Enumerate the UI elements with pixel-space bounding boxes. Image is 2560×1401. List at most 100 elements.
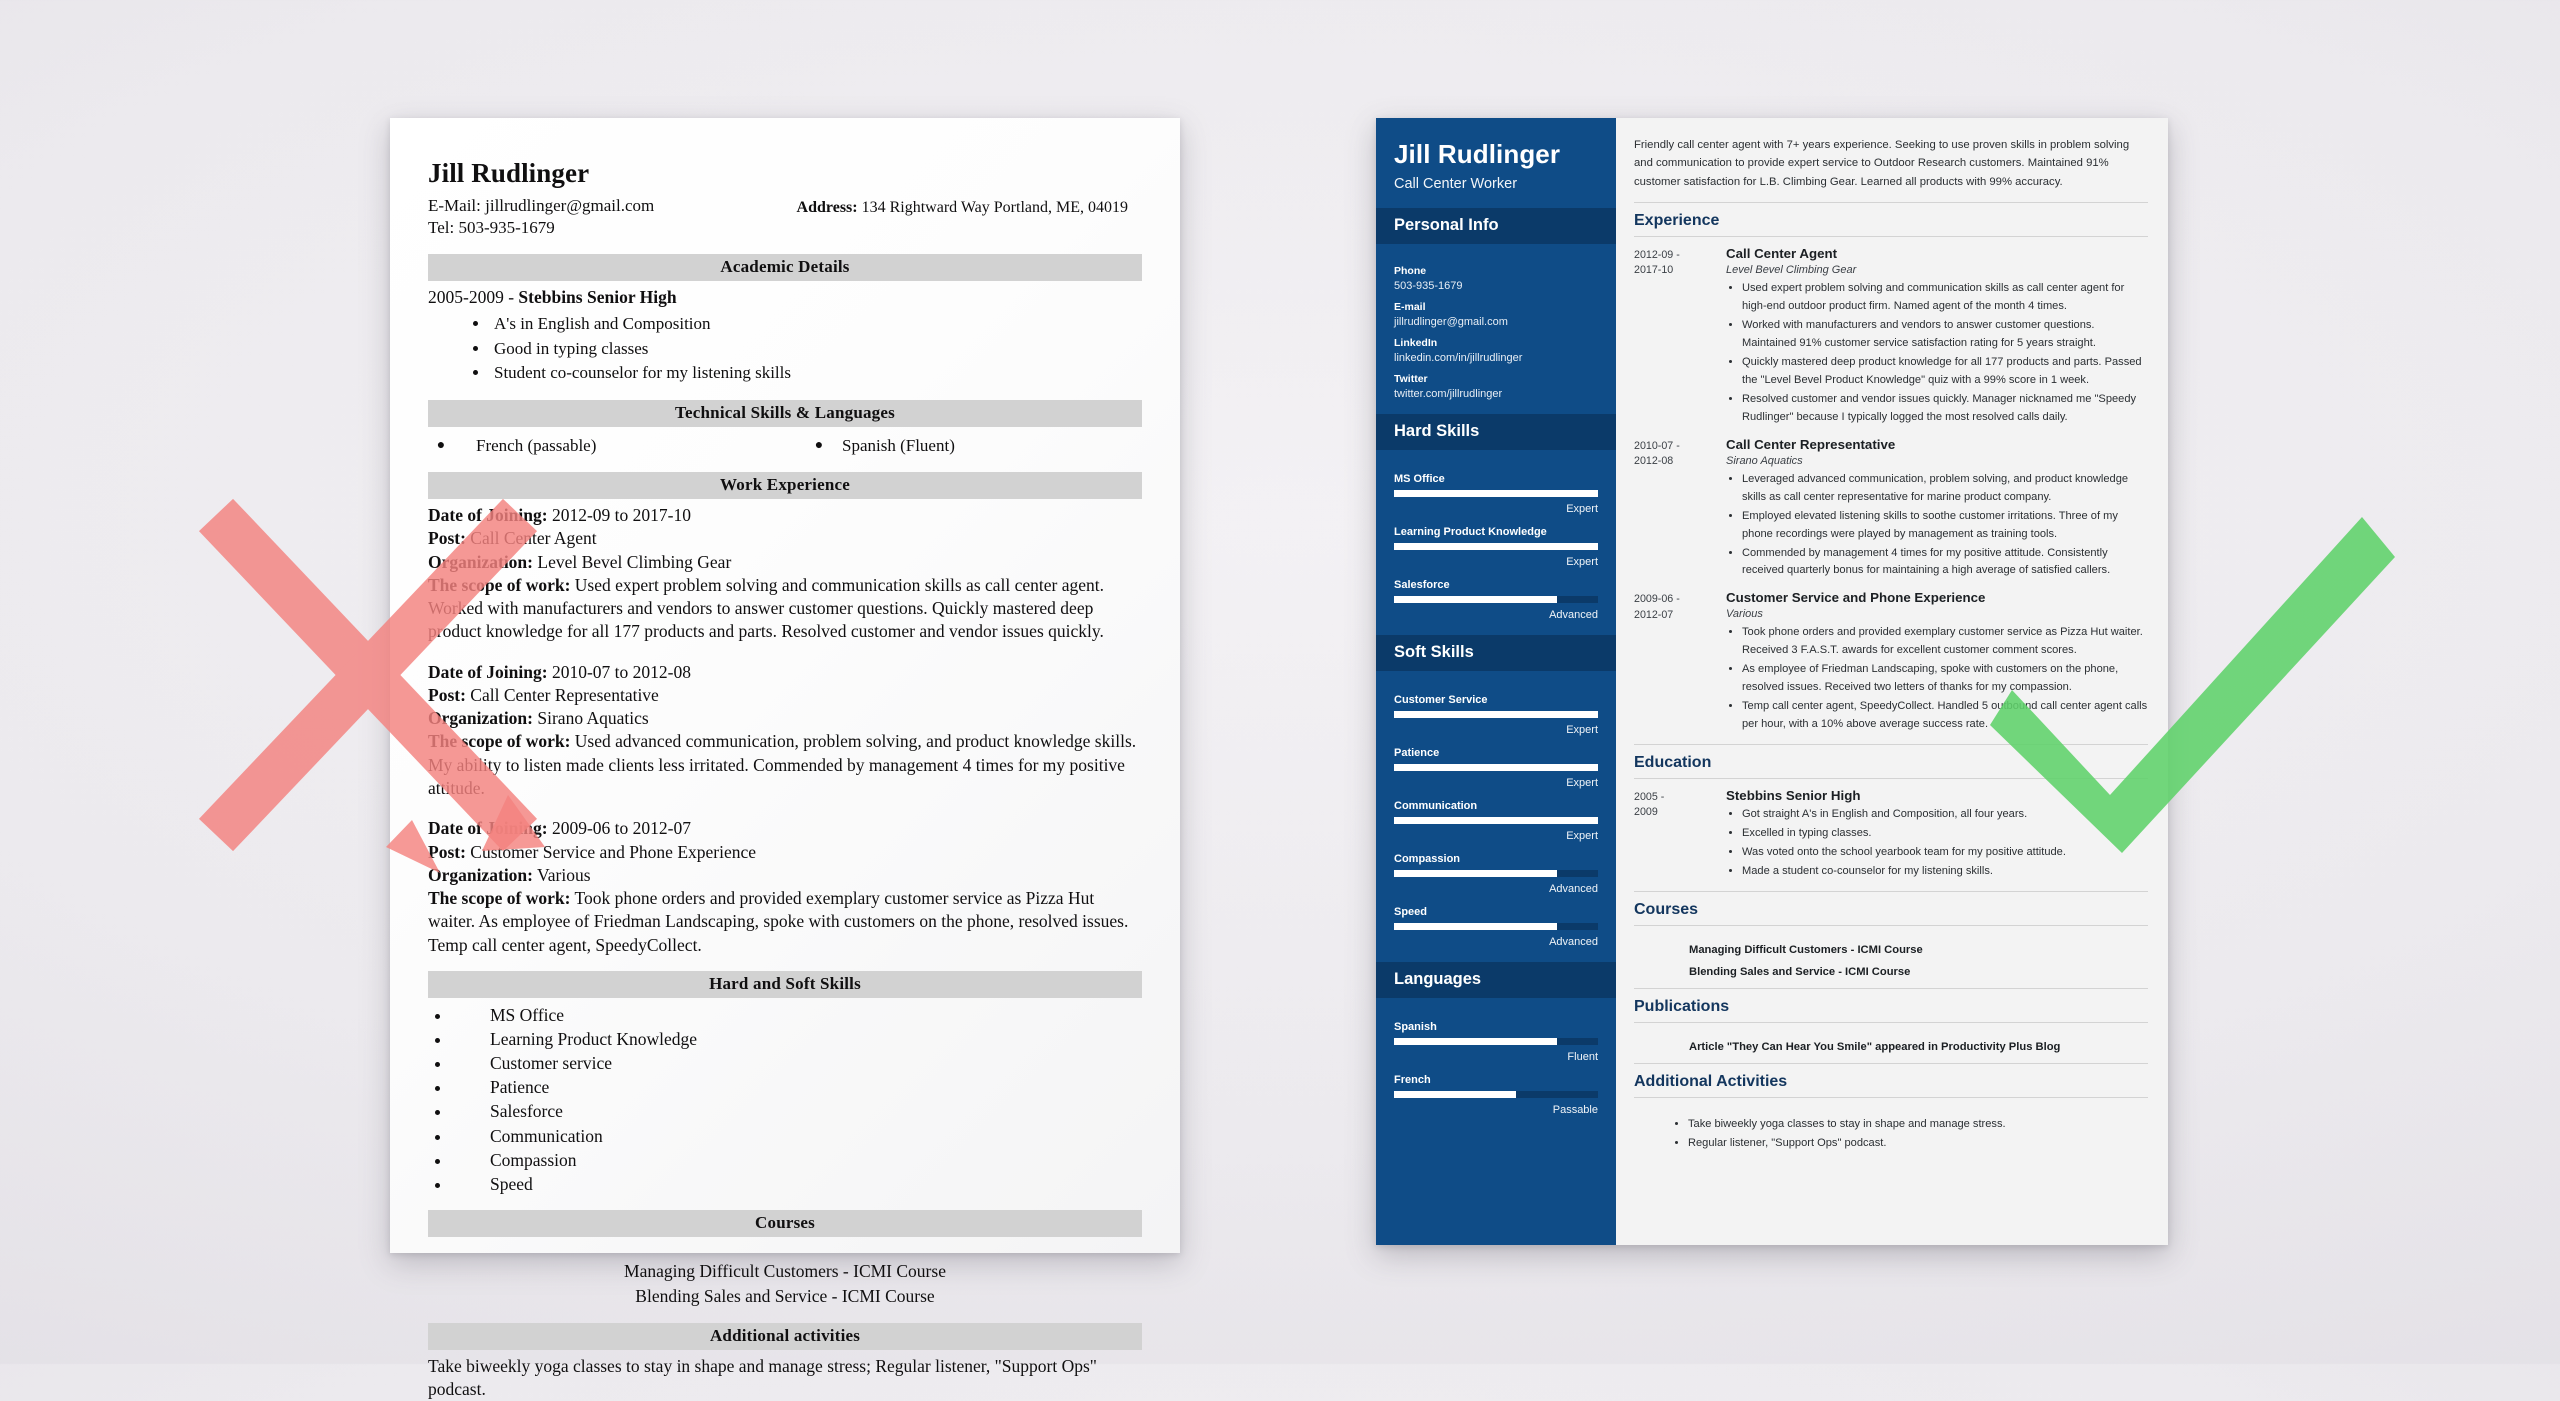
- divider: [1634, 891, 2148, 893]
- skill-name: Communication: [1394, 799, 1478, 812]
- experience-dates: 2009-06 -2012-07: [1634, 593, 1680, 621]
- list-item: Student co-counselor for my listening sk…: [490, 361, 1142, 386]
- bad-work-scope: The scope of work: Used expert problem s…: [428, 574, 1142, 644]
- bad-work-post: Post: Call Center Representative: [428, 684, 1142, 707]
- divider: [1634, 988, 2148, 990]
- skill-bar-track: [1394, 595, 1598, 603]
- personal-info-label-twitter: Twitter: [1394, 372, 1428, 385]
- bad-resume-address-value: 134 Rightward Way Portland, ME, 04019: [861, 199, 1128, 216]
- sidebar-section-soft-skills: Soft Skills: [1376, 634, 1616, 671]
- skill-bar-track: [1394, 869, 1598, 877]
- bad-academic-school: Stebbins Senior High: [518, 286, 677, 307]
- skill-name: Speed: [1394, 905, 1428, 918]
- bad-section-header-work: Work Experience: [428, 472, 1142, 500]
- list-item: MS Office: [452, 1003, 1142, 1027]
- bad-work-scope-label: The scope of work:: [428, 574, 571, 595]
- bad-section-header-technical: Technical Skills & Languages: [428, 400, 1142, 428]
- experience-job-title: Call Center Agent: [1726, 245, 1838, 261]
- divider: [1634, 235, 2148, 237]
- bad-work-date-value: 2009-06 to 2012-07: [547, 818, 691, 839]
- skill-bar-track: [1394, 710, 1598, 718]
- bad-work-scope-label: The scope of work:: [428, 888, 571, 909]
- experience-org: Various: [1726, 608, 1763, 621]
- bullet-icon: ●: [436, 438, 446, 454]
- bad-work-post: Post: Call Center Agent: [428, 527, 1142, 550]
- bad-work-entry: Date of Joining: 2009-06 to 2012-07 Post…: [428, 817, 1142, 957]
- bad-resume-address: Address: 134 Rightward Way Portland, ME,…: [797, 195, 1142, 218]
- experience-body: Call Center Representative Sirano Aquati…: [1726, 437, 2148, 582]
- experience-bullets: Leveraged advanced communication, proble…: [1726, 471, 2148, 581]
- experience-job-title: Customer Service and Phone Experience: [1726, 590, 1986, 606]
- personal-info-value-twitter: twitter.com/jillrudlinger: [1394, 387, 1503, 400]
- sidebar-section-hard-skills: Hard Skills: [1376, 413, 1616, 450]
- skill-row: Communication Expert: [1394, 800, 1598, 842]
- list-item: Was voted onto the school yearbook team …: [1742, 844, 2148, 862]
- good-section-courses: Courses: [1634, 901, 1699, 919]
- bad-work-org-label: Organization:: [428, 551, 533, 572]
- skill-level: Advanced: [1549, 608, 1598, 621]
- list-item: Customer service: [452, 1051, 1142, 1075]
- experience-body: Call Center Agent Level Bevel Climbing G…: [1726, 246, 2148, 428]
- skill-row: Patience Expert: [1394, 747, 1598, 789]
- personal-info-label-email: E-mail: [1394, 300, 1426, 313]
- experience-entry: 2012-09 -2017-10 Call Center Agent Level…: [1634, 246, 2148, 428]
- bad-resume-tel: Tel: 503-935-1679: [428, 218, 555, 238]
- language-bar-track: [1394, 1037, 1598, 1045]
- skill-level: Expert: [1566, 829, 1598, 842]
- bad-academic-bullets: A's in English and Composition Good in t…: [428, 312, 1142, 386]
- skill-level: Expert: [1566, 776, 1598, 789]
- skill-bar-fill: [1394, 816, 1598, 824]
- skill-level: Advanced: [1549, 935, 1598, 948]
- language-level: Passable: [1552, 1103, 1598, 1116]
- language-row: French Passable: [1394, 1074, 1598, 1116]
- bad-work-org-value: Sirano Aquatics: [533, 708, 649, 729]
- divider: [1634, 778, 2148, 780]
- skill-bar-fill: [1394, 869, 1558, 877]
- personal-info-label-phone: Phone: [1394, 264, 1427, 277]
- bad-resume-address-label: Address:: [796, 199, 858, 216]
- skill-name: Compassion: [1394, 852, 1461, 865]
- hard-skills-body: MS Office Expert Learning Product Knowle…: [1376, 450, 1616, 635]
- bad-technical-right: Spanish (Fluent): [842, 436, 955, 456]
- experience-entry: 2009-06 -2012-07 Customer Service and Ph…: [1634, 590, 2148, 735]
- bad-work-entry: Date of Joining: 2010-07 to 2012-08 Post…: [428, 661, 1142, 801]
- bad-technical-left: French (passable): [476, 436, 597, 456]
- experience-bullets: Took phone orders and provided exemplary…: [1726, 624, 2148, 734]
- language-level: Fluent: [1567, 1050, 1598, 1063]
- list-item: As employee of Friedman Landscaping, spo…: [1742, 661, 2148, 697]
- list-item: Used expert problem solving and communic…: [1742, 280, 2148, 316]
- bad-work-date-label: Date of Joining:: [428, 505, 548, 526]
- personal-info-value-email: jillrudlinger@gmail.com: [1394, 315, 1508, 328]
- list-item: Leveraged advanced communication, proble…: [1742, 471, 2148, 507]
- list-item: Took phone orders and provided exemplary…: [1742, 624, 2148, 660]
- bad-work-post-value: Call Center Representative: [465, 684, 659, 705]
- language-bar-track: [1394, 1090, 1598, 1098]
- divider: [1634, 1022, 2148, 1024]
- education-body: Stebbins Senior High Got straight A's in…: [1726, 788, 2148, 882]
- skill-row: Speed Advanced: [1394, 906, 1598, 948]
- good-section-additional-activities: Additional Activities: [1634, 1073, 1788, 1091]
- skill-name: Patience: [1394, 746, 1440, 759]
- additional-bullets: Take biweekly yoga classes to stay in sh…: [1672, 1116, 2148, 1153]
- skill-row: Compassion Advanced: [1394, 853, 1598, 895]
- bad-work-post-value: Customer Service and Phone Experience: [465, 841, 757, 862]
- divider: [1634, 925, 2148, 927]
- list-item: A's in English and Composition: [490, 312, 1142, 337]
- language-row: Spanish Fluent: [1394, 1021, 1598, 1063]
- language-name: French: [1394, 1073, 1431, 1086]
- bad-resume-document: Jill Rudlinger E-Mail: jillrudlinger@gma…: [390, 118, 1180, 1399]
- publication-item: Article "They Can Hear You Smile" appear…: [1689, 1041, 2061, 1054]
- list-item: Made a student co-counselor for my liste…: [1742, 863, 2148, 881]
- course-item: Managing Difficult Customers - ICMI Cour…: [1689, 944, 1923, 957]
- skill-level: Expert: [1566, 723, 1598, 736]
- bad-work-org-value: Level Bevel Climbing Gear: [533, 551, 732, 572]
- skill-bar-track: [1394, 922, 1598, 930]
- list-item: Regular listener, "Support Ops" podcast.: [1688, 1135, 2148, 1153]
- skill-row: Salesforce Advanced: [1394, 579, 1598, 621]
- bad-work-org: Organization: Various: [428, 864, 1142, 887]
- list-item: Employed elevated listening skills to so…: [1742, 508, 2148, 544]
- bad-academic-years: 2005-2009 -: [428, 286, 519, 307]
